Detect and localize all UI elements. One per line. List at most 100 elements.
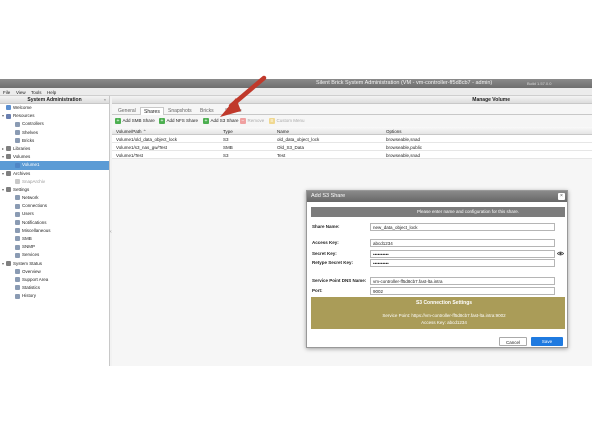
menu-help[interactable]: Help bbox=[47, 90, 56, 95]
toolbar-button-label: Custom Menu bbox=[276, 118, 305, 123]
table-row[interactable]: Volume1/s3_nas_gw/Test SMB Old_S3_Data brow… bbox=[112, 143, 592, 151]
menu-view[interactable]: View bbox=[16, 90, 26, 95]
sidebar-item-notifications[interactable]: Notifications bbox=[0, 219, 109, 227]
save-button[interactable]: Save bbox=[531, 337, 563, 346]
tab-service[interactable]: Service bbox=[222, 107, 245, 115]
connections-icon bbox=[15, 203, 20, 209]
table-cell: Volume1/old_data_object_lock bbox=[116, 136, 178, 142]
toolbar-custom-menu-button[interactable]: ≡ Custom Menu bbox=[269, 117, 305, 125]
dns-name-input[interactable] bbox=[370, 277, 555, 285]
volumes-icon bbox=[6, 154, 11, 160]
sidebar-item-resources[interactable]: ▾ Resources bbox=[0, 112, 109, 120]
sidebar-item-welcome[interactable]: Welcome bbox=[0, 104, 109, 112]
sidebar-item-settings[interactable]: ▾ Settings bbox=[0, 186, 109, 194]
access-key-input[interactable] bbox=[370, 239, 555, 247]
network-icon bbox=[15, 195, 20, 201]
snmp-icon bbox=[15, 244, 20, 250]
sidebar-item-label: Support Area bbox=[22, 276, 49, 282]
sidebar-item-controllers[interactable]: Controllers bbox=[0, 120, 109, 128]
sidebar-item-overview[interactable]: Overview bbox=[0, 268, 109, 276]
column-header-options[interactable]: Options bbox=[386, 129, 402, 134]
table-row[interactable]: Volume1/Test S3 Test browseable,snad bbox=[112, 151, 592, 159]
sidebar-item-miscellaneous[interactable]: Miscellaneous bbox=[0, 227, 109, 235]
table-cell: Test bbox=[277, 152, 286, 158]
brick-icon bbox=[15, 138, 20, 144]
sidebar-item-label: Connections bbox=[22, 203, 48, 209]
sidebar-item-users[interactable]: Users bbox=[0, 210, 109, 218]
sidebar-item-volumes[interactable]: ▾ Volumes bbox=[0, 153, 109, 161]
retype-secret-key-input[interactable] bbox=[370, 259, 555, 267]
sidebar-item-archives[interactable]: ▾ Archives bbox=[0, 170, 109, 178]
table-cell: S3 bbox=[223, 152, 229, 158]
table-cell: browseable,snad bbox=[386, 152, 421, 158]
sidebar: System Administration « Welcome ▾ Resource… bbox=[0, 96, 110, 366]
toolbar-add-smb-share-button[interactable]: + Add SMB Share bbox=[115, 117, 155, 125]
toolbar: + Add SMB Share + Add NFS Share + Add S3 Shar… bbox=[112, 116, 592, 126]
sidebar-item-connections[interactable]: Connections bbox=[0, 202, 109, 210]
toolbar-add-nfs-share-button[interactable]: + Add NFS Share bbox=[159, 117, 198, 125]
dialog-title-bar: Add S3 Share × bbox=[307, 191, 567, 202]
share-name-input[interactable] bbox=[370, 223, 555, 231]
menu-bar: File View Tools Help bbox=[0, 88, 592, 96]
tab-bricks[interactable]: Bricks bbox=[197, 107, 217, 115]
sidebar-item-history[interactable]: History bbox=[0, 292, 109, 300]
column-header-type[interactable]: Type bbox=[223, 129, 233, 134]
sidebar-item-services[interactable]: Services bbox=[0, 251, 109, 259]
menu-file[interactable]: File bbox=[3, 90, 10, 95]
sidebar-item-smb[interactable]: SMB bbox=[0, 235, 109, 243]
sidebar-item-snmp[interactable]: SNMP bbox=[0, 243, 109, 251]
collapse-icon[interactable]: « bbox=[104, 96, 106, 104]
toolbar-add-s3-share-button[interactable]: + Add S3 Share bbox=[203, 117, 239, 125]
navigation-tree: Welcome ▾ Resources Controllers Shelves Brick… bbox=[0, 104, 109, 301]
sidebar-item-libraries[interactable]: ▸ Libraries bbox=[0, 145, 109, 153]
toolbar-button-label: Add SMB Share bbox=[122, 118, 155, 123]
sidebar-item-network[interactable]: Network bbox=[0, 194, 109, 202]
secret-key-label: Secret Key: bbox=[312, 251, 337, 256]
close-icon[interactable]: × bbox=[558, 193, 565, 200]
s3-access-key-text: Access Key: abcd1234 bbox=[421, 320, 467, 325]
s3-connection-settings-box: S3 Connection Settings Service Point: ht… bbox=[311, 297, 565, 329]
retype-secret-key-label: Retype Secret Key: bbox=[312, 260, 354, 265]
sidebar-item-label: SnapArchiv bbox=[22, 178, 46, 184]
welcome-icon bbox=[6, 105, 11, 111]
toolbar-remove-button[interactable]: − Remove bbox=[240, 117, 264, 125]
menu-tools[interactable]: Tools bbox=[31, 90, 42, 95]
sidebar-item-label: Miscellaneous bbox=[22, 227, 51, 233]
sidebar-item-label: Volumes bbox=[13, 154, 31, 160]
column-header-name[interactable]: Name bbox=[277, 129, 289, 134]
sidebar-title: System Administration bbox=[27, 97, 82, 103]
tab-shares[interactable]: Shares bbox=[140, 106, 164, 115]
table-cell: browseable,snad bbox=[386, 136, 421, 142]
eye-icon[interactable] bbox=[557, 250, 564, 257]
tab-snapshots[interactable]: Snapshots bbox=[165, 107, 195, 115]
services-icon bbox=[15, 252, 20, 258]
table-row[interactable]: Volume1/old_data_object_lock S3 old_data_o… bbox=[112, 135, 592, 143]
sidebar-item-label: Welcome bbox=[13, 105, 32, 110]
sidebar-item-system-status[interactable]: ▾ System Status bbox=[0, 260, 109, 268]
sidebar-item-label: Services bbox=[22, 252, 40, 258]
s3-service-point-text: Service Point: https://vm-controller-ff5… bbox=[382, 313, 506, 318]
sidebar-item-snaparchiv[interactable]: SnapArchiv bbox=[0, 178, 109, 186]
tab-general[interactable]: General bbox=[115, 107, 139, 115]
main-title: Manage Volume bbox=[472, 97, 510, 103]
sidebar-item-statistics[interactable]: Statistics bbox=[0, 284, 109, 292]
support-icon bbox=[15, 277, 20, 283]
plus-icon: + bbox=[203, 117, 209, 124]
archives-icon bbox=[6, 170, 11, 176]
column-header-path[interactable]: Volume/Path ⌃ bbox=[116, 129, 147, 135]
sidebar-item-bricks[interactable]: Bricks bbox=[0, 137, 109, 145]
sidebar-item-label: Notifications bbox=[22, 219, 47, 225]
port-input[interactable] bbox=[370, 287, 555, 295]
sidebar-item-support-area[interactable]: Support Area bbox=[0, 276, 109, 284]
sidebar-item-shelves[interactable]: Shelves bbox=[0, 129, 109, 137]
cancel-button[interactable]: Cancel bbox=[499, 337, 527, 346]
sidebar-item-label: Bricks bbox=[22, 137, 35, 143]
secret-key-input[interactable] bbox=[370, 250, 555, 258]
main-header: Manage Volume bbox=[112, 96, 592, 104]
window-title: Silent Brick System Administration (VM -… bbox=[316, 80, 493, 86]
controller-icon bbox=[15, 121, 20, 127]
sidebar-item-volume1[interactable]: Volume1 bbox=[0, 161, 109, 170]
statistics-icon bbox=[15, 285, 20, 291]
shares-table: Volume/Path ⌃ Type Name Options Volume1/… bbox=[112, 127, 592, 159]
table-cell: Volume1/s3_nas_gw/Test bbox=[116, 144, 168, 150]
